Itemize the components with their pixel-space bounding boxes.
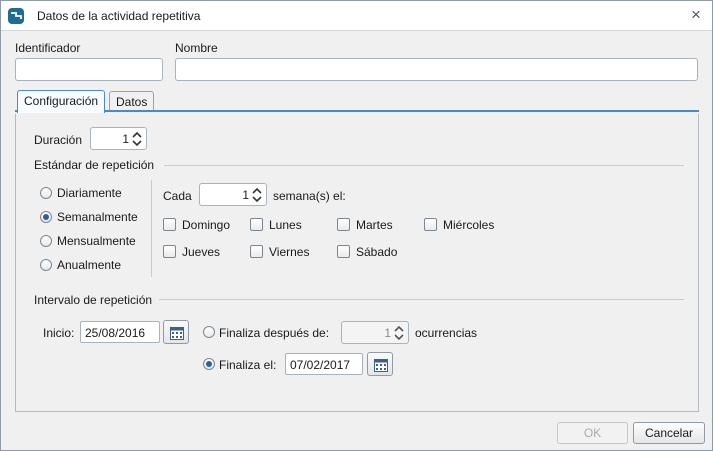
radio-finaliza-el[interactable] [203, 358, 215, 370]
finaliza-el-calendar-button[interactable] [367, 352, 393, 376]
checkbox-viernes[interactable] [250, 245, 263, 258]
label-sabado: Sábado [356, 245, 398, 259]
semanas-label: semana(s) el: [273, 189, 346, 203]
spinner-arrows-icon[interactable] [131, 130, 143, 148]
checkbox-lunes[interactable] [250, 218, 263, 231]
finaliza-el-date-input[interactable]: 07/02/2017 [285, 353, 363, 375]
intervalo-section-label: Intervalo de repetición [34, 293, 153, 307]
estandar-section-label: Estándar de repetición [34, 158, 155, 172]
label-jueves: Jueves [182, 245, 221, 259]
nombre-input[interactable] [175, 58, 698, 81]
cada-spinner[interactable]: 1 [199, 183, 267, 206]
duracion-label: Duración [34, 133, 83, 147]
label-martes: Martes [356, 218, 393, 232]
intervalo-divider [159, 299, 684, 300]
label-diariamente: Diariamente [57, 186, 122, 200]
radio-mensualmente[interactable] [40, 235, 52, 247]
duracion-spinner[interactable]: 1 [90, 127, 147, 150]
inicio-label: Inicio: [43, 326, 75, 340]
ocurrencias-value: 1 [384, 326, 391, 340]
label-viernes: Viernes [269, 245, 310, 259]
finaliza-el-label: Finaliza el: [219, 358, 277, 372]
window-title: Datos de la actividad repetitiva [37, 9, 201, 23]
app-logo-icon [8, 8, 24, 24]
radio-anualmente[interactable] [40, 259, 52, 271]
ocurrencias-label: ocurrencias [415, 326, 478, 340]
dialog-window: Datos de la actividad repetitiva × Ident… [0, 0, 713, 451]
calendar-icon [170, 327, 184, 340]
inicio-calendar-button[interactable] [163, 320, 189, 344]
nombre-label: Nombre [175, 41, 218, 55]
cada-value: 1 [242, 188, 249, 202]
checkbox-sabado[interactable] [337, 245, 350, 258]
label-miercoles: Miércoles [443, 218, 495, 232]
title-bar: Datos de la actividad repetitiva × [1, 1, 712, 31]
cancel-button[interactable]: Cancelar [633, 422, 705, 444]
inicio-date-input[interactable]: 25/08/2016 [80, 321, 160, 343]
identificador-input[interactable] [15, 58, 163, 81]
duracion-value: 1 [122, 132, 129, 146]
checkbox-martes[interactable] [337, 218, 350, 231]
cada-label: Cada [163, 189, 192, 203]
radio-diariamente[interactable] [40, 187, 52, 199]
label-lunes: Lunes [269, 218, 302, 232]
label-anualmente: Anualmente [57, 258, 122, 272]
options-divider [151, 180, 152, 277]
label-semanalmente: Semanalmente [57, 210, 138, 224]
identificador-label: Identificador [15, 41, 81, 55]
radio-finaliza-despues[interactable] [203, 326, 215, 338]
estandar-divider [164, 165, 684, 166]
checkbox-miercoles[interactable] [424, 218, 437, 231]
tab-datos[interactable]: Datos [109, 91, 155, 111]
ok-button[interactable]: OK [557, 422, 628, 444]
checkbox-domingo[interactable] [163, 218, 176, 231]
tab-configuracion[interactable]: Configuración [17, 90, 106, 113]
close-icon[interactable]: × [686, 6, 706, 26]
finaliza-despues-label: Finaliza después de: [219, 326, 330, 340]
checkbox-jueves[interactable] [163, 245, 176, 258]
spinner-arrows-icon[interactable] [393, 324, 405, 342]
tab-underline [15, 110, 699, 112]
ocurrencias-spinner[interactable]: 1 [341, 321, 409, 344]
calendar-icon [374, 359, 388, 372]
radio-semanalmente[interactable] [40, 211, 52, 223]
spinner-arrows-icon[interactable] [251, 186, 263, 204]
label-mensualmente: Mensualmente [57, 234, 136, 248]
label-domingo: Domingo [182, 218, 231, 232]
